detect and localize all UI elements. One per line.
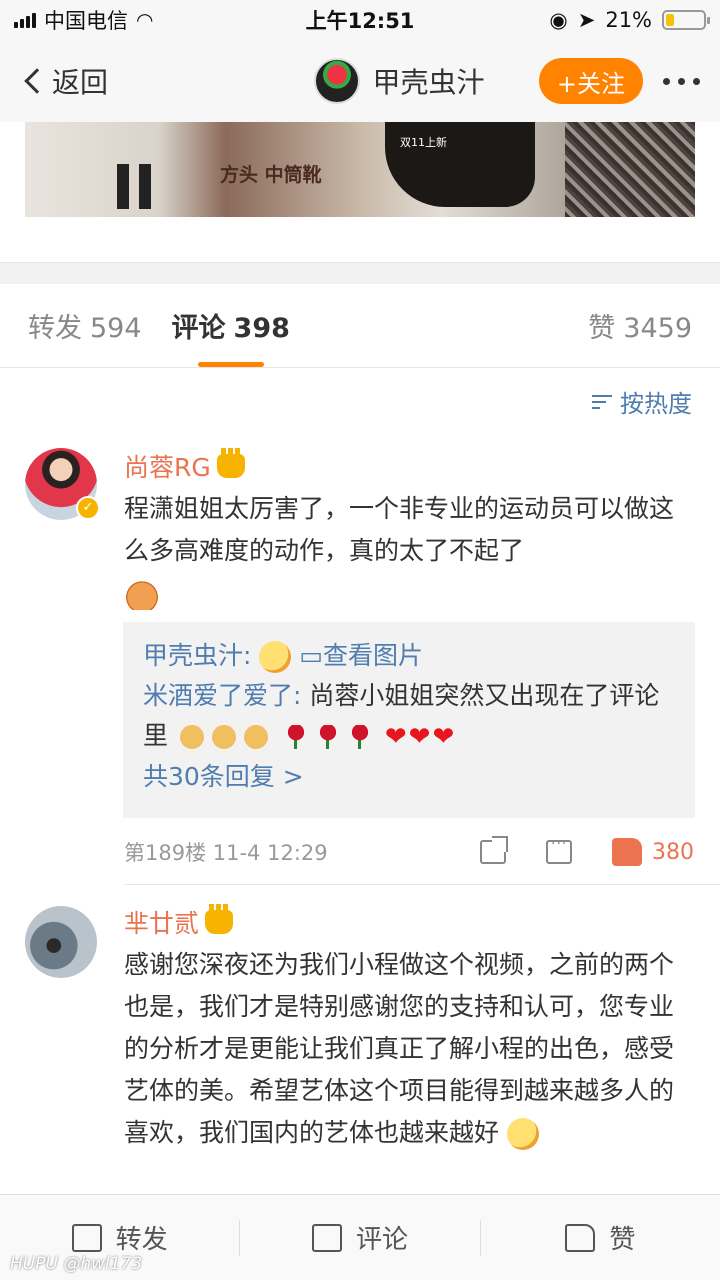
share-icon[interactable] — [480, 836, 508, 864]
repost-button[interactable]: 转发 — [0, 1219, 239, 1256]
reply-icon[interactable] — [546, 836, 572, 864]
wifi-icon: ◠ — [136, 8, 154, 32]
crown-icon — [205, 904, 234, 934]
section-divider — [0, 262, 720, 284]
smile-emoji-icon — [259, 641, 292, 673]
heart-icon: ❤ — [432, 722, 455, 752]
reply-item[interactable]: 甲壳虫汁: ▭查看图片 — [143, 636, 675, 676]
clock: 上午12:51 — [305, 9, 415, 33]
verified-icon: ✓ — [76, 496, 100, 520]
image-icon: ▭ — [299, 641, 323, 670]
share-icon — [71, 1223, 102, 1252]
comment-author[interactable]: 尚蓉RG — [124, 448, 245, 484]
more-replies-link[interactable]: 共30条回复 > — [143, 757, 675, 797]
tab-comments[interactable]: 评论 398 — [172, 306, 290, 367]
sort-button[interactable]: 按热度 — [592, 384, 692, 419]
view-image-link[interactable]: 查看图片 — [323, 641, 423, 670]
clap-emoji-icon — [124, 578, 160, 610]
tab-bar: 转发 594 评论 398 赞 3459 — [0, 284, 720, 368]
tab-likes[interactable]: 赞 3459 — [588, 306, 692, 345]
comment-author[interactable]: 芈廿贰 — [124, 904, 234, 940]
battery-icon — [662, 10, 711, 30]
sort-icon — [592, 394, 612, 409]
banner-text: 方头 中筒靴 — [220, 164, 322, 186]
battery-label: 21% — [605, 8, 653, 32]
page-title: 甲壳虫汁 — [372, 66, 485, 99]
like-button[interactable]: 赞 — [481, 1219, 720, 1256]
nav-bar: 返回 甲壳虫汁 +关注 — [0, 40, 720, 122]
comment-meta: 第189楼 11-4 12:29 380 — [124, 836, 694, 868]
floor-time: 第189楼 11-4 12:29 — [124, 841, 328, 865]
comment-text: 感谢您深夜还为我们小程做这个视频，之前的两个也是，我们才是特别感谢您的支持和认可… — [124, 944, 684, 1154]
kiss-emoji-icon — [506, 1118, 539, 1150]
like-button[interactable]: 380 — [612, 838, 694, 866]
banner-sub: 双11上新 — [400, 136, 447, 149]
comment-text: 程潇姐姐太厉害了，一个非专业的运动员可以做这么多高难度的动作，真的太了不起了 — [124, 488, 684, 614]
comment-button[interactable]: 评论 — [240, 1219, 479, 1256]
back-button[interactable]: 返回 — [20, 61, 220, 101]
watermark: HUPU @hwl173 — [10, 1254, 143, 1274]
reply-item[interactable]: 米酒爱了爱了: 尚蓉小姐姐突然又出现在了评论里 ❤❤❤ — [143, 676, 675, 757]
heart-icon: ❤ — [384, 722, 407, 752]
back-label: 返回 — [52, 66, 109, 99]
emoji-icon — [243, 725, 268, 749]
follow-button[interactable]: +关注 — [538, 58, 643, 104]
status-bar: 中国电信 ◠ 上午12:51 ◉ ➤ 21% — [0, 0, 720, 40]
emoji-icon — [179, 725, 204, 749]
reply-box[interactable]: 甲壳虫汁: ▭查看图片 米酒爱了爱了: 尚蓉小姐姐突然又出现在了评论里 ❤❤❤ … — [123, 622, 695, 818]
divider — [124, 884, 720, 885]
battery-fill — [666, 14, 674, 26]
thumbs-up-icon — [612, 838, 642, 866]
crown-icon — [216, 448, 245, 478]
tab-reposts[interactable]: 转发 594 — [28, 306, 142, 345]
signal-icon — [14, 12, 36, 28]
comment-icon — [311, 1223, 342, 1252]
heart-icon: ❤ — [408, 722, 431, 752]
emoji-icon — [211, 725, 236, 749]
avatar[interactable] — [25, 906, 97, 978]
more-icon[interactable] — [663, 77, 700, 85]
rose-icon — [316, 725, 339, 749]
rose-icon — [284, 725, 307, 749]
location-icon: ➤ — [577, 8, 596, 32]
post-image[interactable]: 方头 中筒靴 双11上新 — [25, 122, 695, 217]
carrier-label: 中国电信 — [44, 9, 128, 33]
chevron-left-icon — [24, 68, 50, 94]
thumbs-up-icon — [565, 1223, 596, 1252]
nav-title-group[interactable]: 甲壳虫汁 — [260, 58, 539, 104]
sort-label: 按热度 — [620, 390, 692, 418]
lock-rotation-icon: ◉ — [549, 8, 568, 32]
rose-icon — [348, 725, 371, 749]
avatar[interactable] — [314, 58, 361, 104]
